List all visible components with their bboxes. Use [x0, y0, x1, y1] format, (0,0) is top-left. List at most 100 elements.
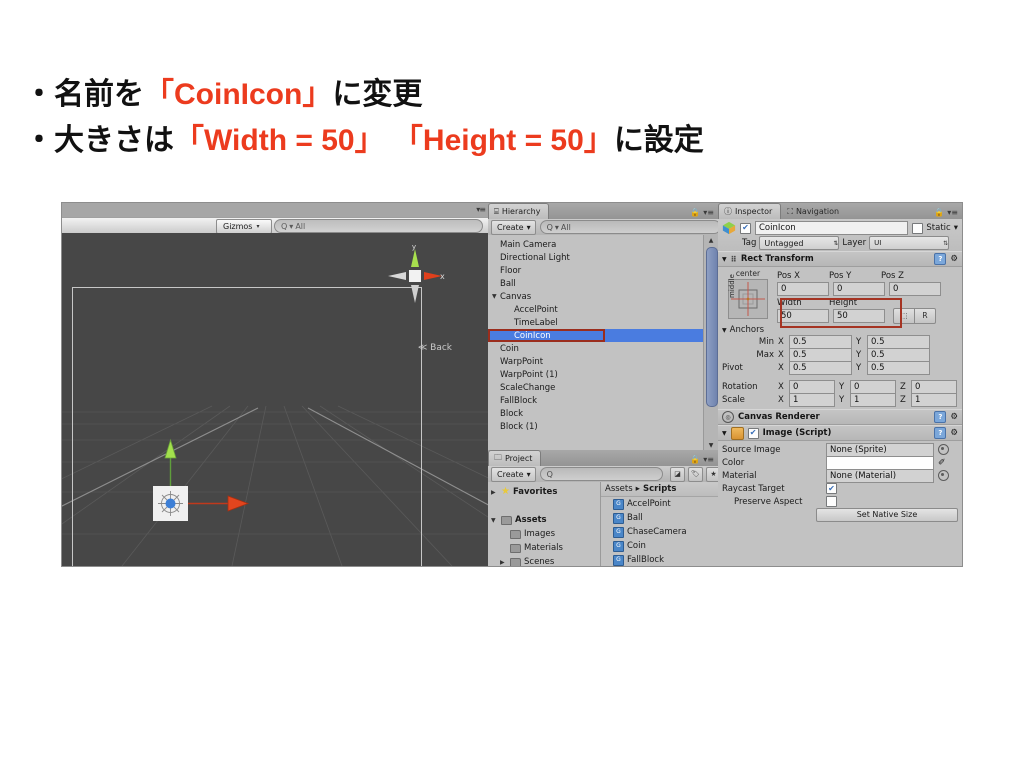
rotation-z-input[interactable]: 0 [911, 379, 957, 394]
anchor-max-y-input[interactable]: 0.5 [867, 347, 930, 362]
canvas-renderer-header[interactable]: ◎ Canvas Renderer ? ⚙ [718, 409, 962, 425]
project-tree-item[interactable]: ▶ ★ Favorites [488, 485, 600, 499]
tag-dropdown[interactable]: Untagged ⇅ [759, 236, 840, 250]
hierarchy-scrollbar[interactable]: ▲ ▼ [703, 235, 718, 450]
hierarchy-item[interactable]: Block [488, 407, 704, 420]
scene-viewport[interactable]: y x ≪ Back [62, 233, 488, 566]
object-picker-icon[interactable] [938, 470, 949, 481]
hierarchy-item[interactable]: AccelPoint [488, 303, 704, 316]
pivot-y-input[interactable]: 0.5 [867, 360, 930, 375]
anchor-preset-widget[interactable]: center middle [722, 269, 774, 322]
width-input[interactable]: 50 [777, 308, 829, 323]
hierarchy-item[interactable]: ▼ Canvas [488, 290, 704, 303]
tab-project[interactable]: 🗀 Project [488, 450, 542, 466]
lock-icon[interactable]: 🔒 [690, 208, 700, 217]
expand-triangle-icon[interactable]: ▼ [492, 293, 500, 300]
project-asset-list[interactable]: Assets ▸ Scripts G AccelPoint G Ball G ChaseC… [600, 482, 718, 566]
project-folder-tree[interactable]: ▶★Favorites▶▼Assets▶Images▶Materials▶Sce… [488, 482, 600, 566]
hierarchy-item[interactable]: Main Camera [488, 238, 704, 251]
object-picker-icon[interactable] [938, 444, 949, 455]
rect-transform-header[interactable]: ▼ ⠿ Rect Transform ? ⚙ [718, 251, 962, 267]
image-enabled-checkbox[interactable] [747, 427, 759, 439]
project-create-button[interactable]: Create ▾ [491, 466, 536, 482]
collapse-triangle-icon[interactable]: ▼ [722, 430, 727, 437]
help-icon[interactable]: ? [934, 253, 947, 265]
scale-y-input[interactable]: 1 [850, 392, 896, 407]
pivot-x-input[interactable]: 0.5 [789, 360, 852, 375]
layer-dropdown[interactable]: UI ⇅ [869, 236, 950, 250]
scale-x-input[interactable]: 1 [789, 392, 835, 407]
filter-by-type-icon[interactable]: ◪ [670, 466, 685, 482]
expand-triangle-icon[interactable]: ▼ [491, 517, 498, 524]
collapse-triangle-icon[interactable]: ▼ [722, 256, 727, 263]
collapse-triangle-icon[interactable]: ▼ [722, 327, 727, 334]
asset-item[interactable]: G Coin [601, 539, 718, 553]
scene-panel-menu-icon[interactable]: ▾≡ [476, 205, 486, 214]
static-checkbox[interactable] [912, 222, 924, 234]
panel-menu-icon[interactable]: ▾≡ [703, 208, 714, 217]
help-icon[interactable]: ? [934, 427, 947, 439]
expand-triangle-icon[interactable]: ▶ [491, 489, 498, 496]
hierarchy-search-input[interactable]: Q ▾ All [539, 220, 721, 234]
gizmos-dropdown[interactable]: Gizmos ▾ [216, 218, 272, 234]
project-search-input[interactable]: Q [539, 467, 663, 481]
filter-by-label-icon[interactable]: 🏷 [688, 466, 703, 482]
asset-item[interactable]: G Ball [601, 511, 718, 525]
hierarchy-item[interactable]: FallBlock [488, 394, 704, 407]
hierarchy-item[interactable]: ScaleChange [488, 381, 704, 394]
preserve-aspect-checkbox[interactable] [826, 496, 837, 507]
anchor-max-x-input[interactable]: 0.5 [789, 347, 852, 362]
anchor-preset-box[interactable]: middle [728, 274, 768, 319]
anchor-min-y-input[interactable]: 0.5 [867, 334, 930, 349]
chevron-down-icon[interactable]: ▾ [954, 223, 958, 233]
static-toggle[interactable]: Static ▾ [912, 222, 958, 234]
hierarchy-item[interactable]: WarpPoint [488, 355, 704, 368]
set-native-size-button[interactable]: Set Native Size [816, 507, 958, 522]
object-name-input[interactable]: CoinIcon [755, 221, 909, 235]
project-tree-item[interactable]: ▶ [488, 499, 600, 513]
scale-z-input[interactable]: 1 [911, 392, 957, 407]
rotation-y-input[interactable]: 0 [850, 379, 896, 394]
gear-icon[interactable]: ⚙ [950, 428, 958, 438]
tab-navigation[interactable]: ⛶ Navigation [781, 203, 848, 219]
rotation-x-input[interactable]: 0 [789, 379, 835, 394]
hierarchy-item-selected[interactable]: CoinIcon [488, 329, 704, 342]
scene-search-input[interactable]: Q ▾ All [274, 219, 483, 233]
panel-menu-icon[interactable]: ▾≡ [703, 455, 714, 464]
asset-item[interactable]: G FallBlock [601, 553, 718, 566]
asset-item[interactable]: G ChaseCamera [601, 525, 718, 539]
raw-edit-mode-button[interactable]: R [915, 307, 936, 324]
project-tree-item[interactable]: ▼ Assets [488, 513, 600, 527]
gear-icon[interactable]: ⚙ [950, 254, 958, 264]
pos-y-input[interactable]: 0 [833, 281, 885, 296]
project-tree-item[interactable]: ▶Materials [488, 541, 600, 555]
hierarchy-item[interactable]: Coin [488, 342, 704, 355]
anchor-min-x-input[interactable]: 0.5 [789, 334, 852, 349]
gear-icon[interactable]: ⚙ [950, 412, 958, 422]
image-script-header[interactable]: ▼ Image (Script) ? ⚙ [718, 425, 962, 441]
project-tree-item[interactable]: ▶ Scenes [488, 555, 600, 566]
move-tool-gizmo[interactable] [140, 438, 290, 553]
height-input[interactable]: 50 [833, 308, 885, 323]
hierarchy-item[interactable]: Ball [488, 277, 704, 290]
pos-x-input[interactable]: 0 [777, 281, 829, 296]
color-swatch[interactable] [826, 455, 934, 470]
breadcrumb-root[interactable]: Assets [605, 484, 633, 494]
object-active-checkbox[interactable] [740, 222, 751, 234]
project-tree-item[interactable]: ▶Images [488, 527, 600, 541]
lock-icon[interactable]: 🔒 [690, 455, 700, 464]
scrollbar-thumb[interactable] [706, 247, 718, 407]
tab-hierarchy[interactable]: ⌸ Hierarchy [488, 203, 550, 219]
pos-z-input[interactable]: 0 [889, 281, 941, 296]
scroll-down-arrow-icon[interactable]: ▼ [704, 440, 718, 450]
scene-axis-gizmo[interactable]: y x [384, 245, 446, 307]
hierarchy-tree[interactable]: Main Camera Directional Light Floor Ball ▼ Ca… [488, 235, 704, 453]
asset-item[interactable]: G AccelPoint [601, 497, 718, 511]
help-icon[interactable]: ? [934, 411, 947, 423]
tab-inspector[interactable]: ⓘ Inspector [718, 203, 782, 219]
lock-icon[interactable]: 🔒 [934, 208, 944, 217]
scroll-up-arrow-icon[interactable]: ▲ [704, 235, 718, 245]
panel-menu-icon[interactable]: ▾≡ [947, 208, 958, 217]
material-field[interactable]: None (Material) [826, 468, 934, 483]
hierarchy-item[interactable]: WarpPoint (1) [488, 368, 704, 381]
